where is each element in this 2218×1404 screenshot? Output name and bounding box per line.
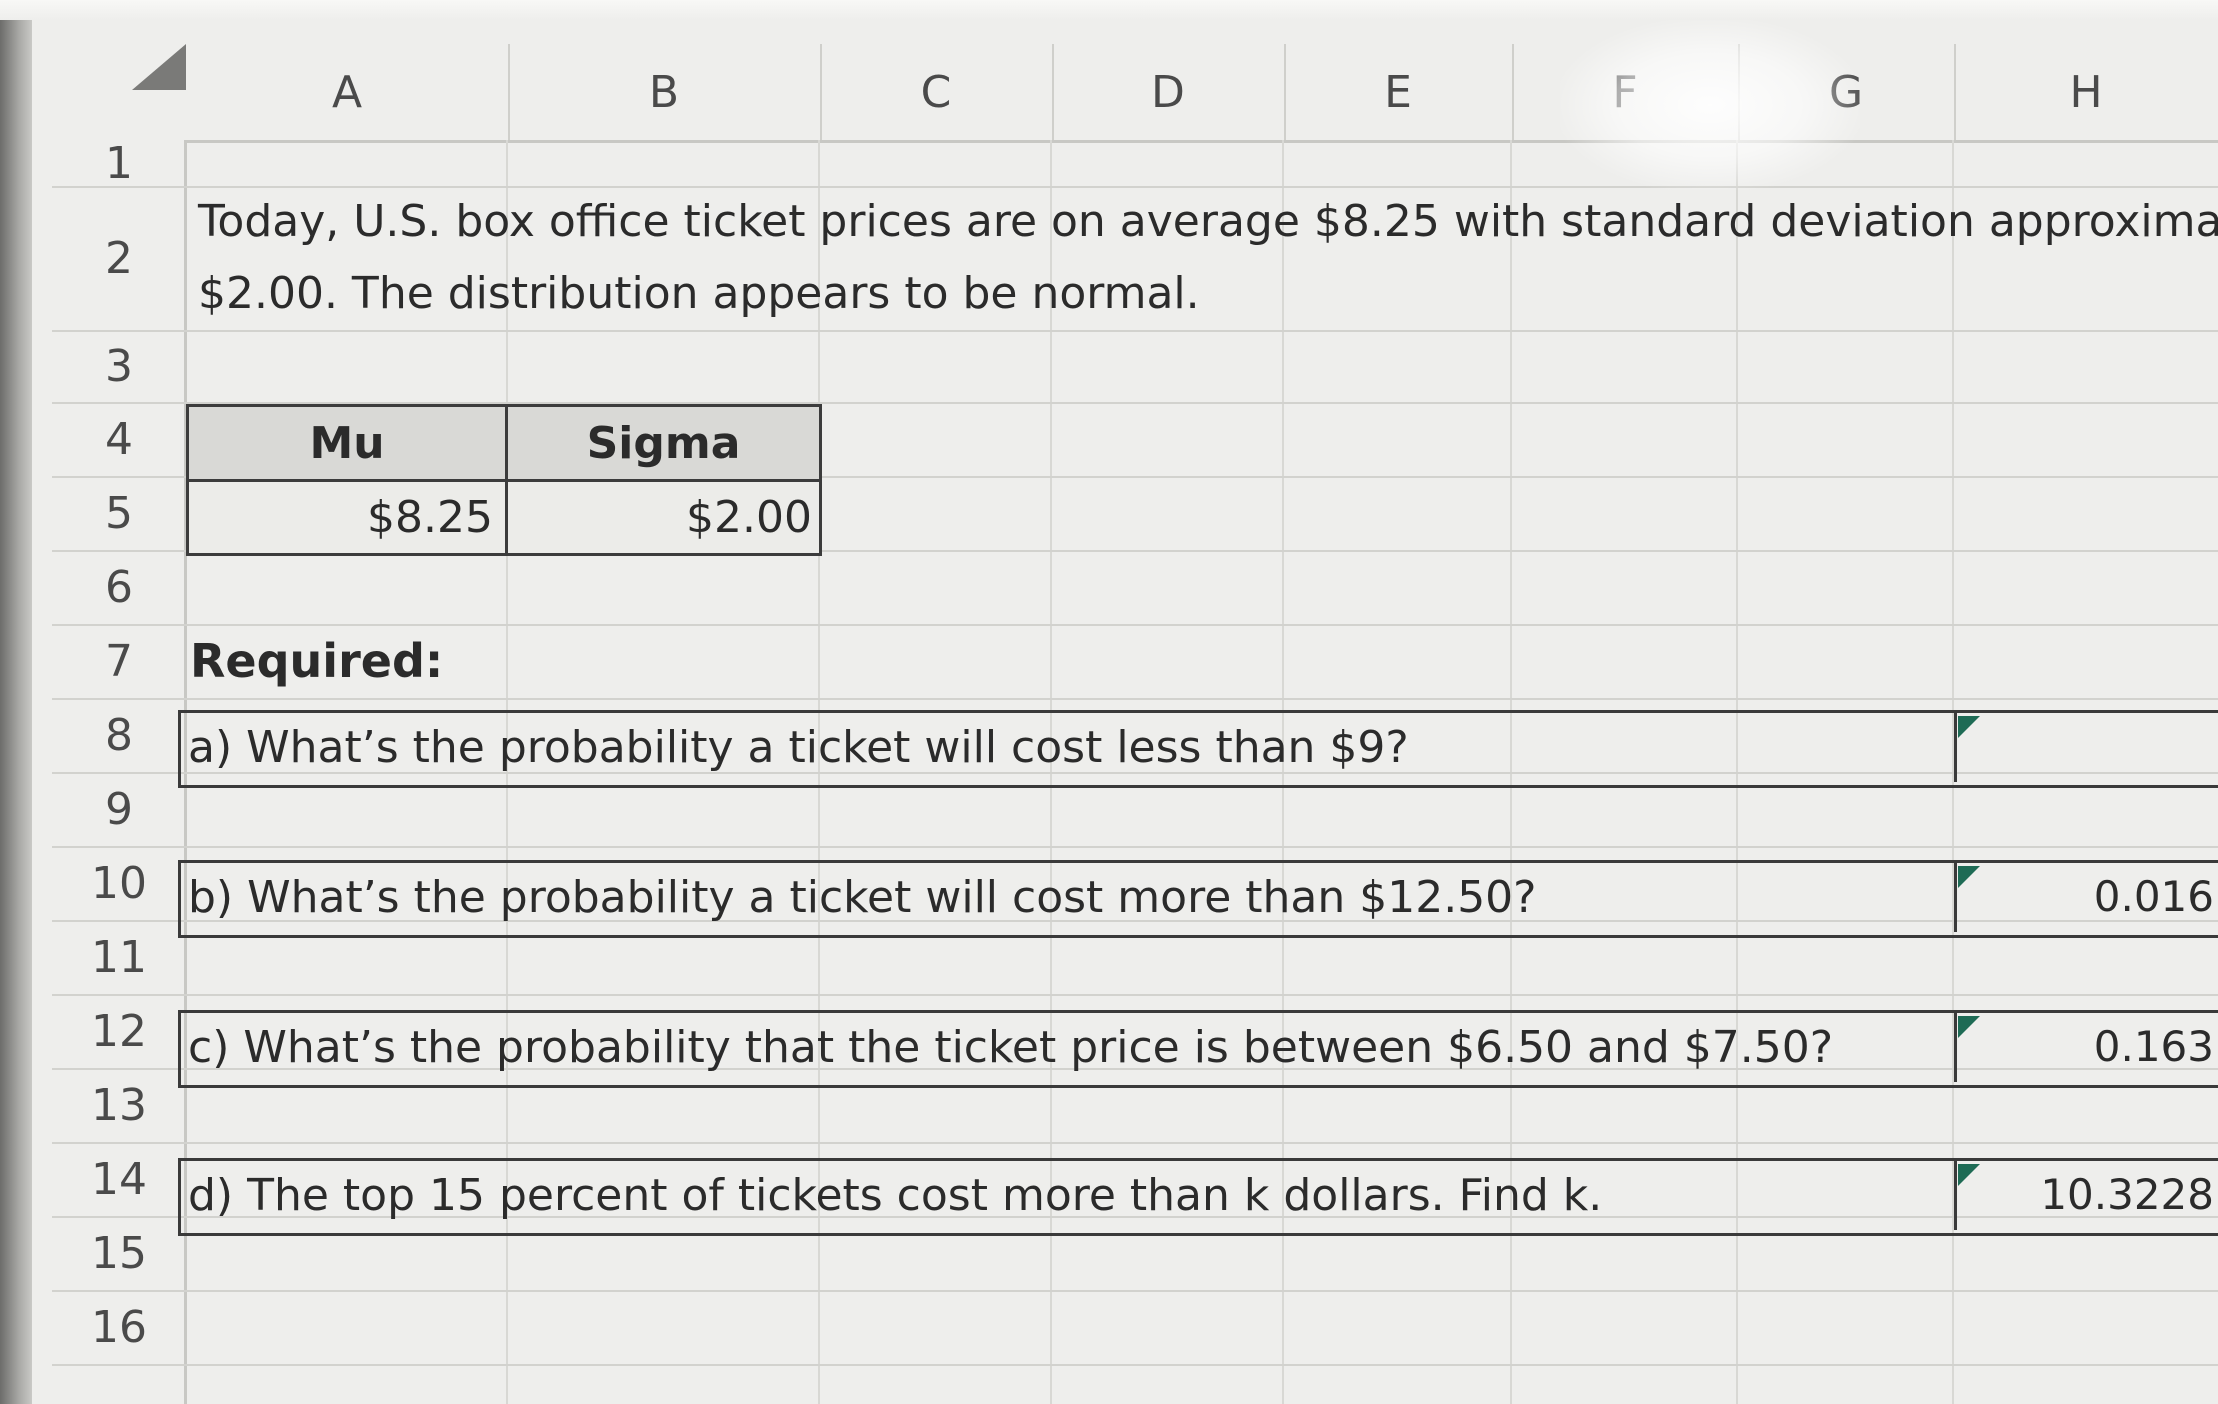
row-header-11[interactable]: 11 [52, 920, 186, 994]
comment-indicator-icon[interactable] [1958, 866, 1980, 888]
answer-b-cell[interactable]: 0.016 [1954, 860, 2218, 932]
question-c-text[interactable]: c) What’s the probability that the ticke… [188, 1022, 1833, 1073]
gridline [52, 698, 2218, 700]
gridline [52, 330, 2218, 332]
row-header-3[interactable]: 3 [52, 330, 186, 402]
row-header-9[interactable]: 9 [52, 772, 186, 846]
sigma-value-cell[interactable]: $2.00 [508, 482, 812, 553]
row-header-10[interactable]: 10 [52, 846, 186, 920]
parameter-table: Mu Sigma $8.25 $2.00 [186, 404, 822, 556]
mu-value-cell[interactable]: $8.25 [189, 482, 493, 553]
question-a-text[interactable]: a) What’s the probability a ticket will … [188, 722, 1409, 773]
answer-a-cell[interactable] [1954, 710, 2218, 782]
answer-c-cell[interactable]: 0.163 [1954, 1010, 2218, 1082]
question-d-text[interactable]: d) The top 15 percent of tickets cost mo… [188, 1170, 1602, 1221]
gridline [52, 1290, 2218, 1292]
gridline [52, 846, 2218, 848]
row-header-8[interactable]: 8 [52, 698, 186, 772]
gridline [52, 1142, 2218, 1144]
column-header-d[interactable]: D [1052, 44, 1286, 140]
column-header-c[interactable]: C [820, 44, 1054, 140]
row-header-7[interactable]: 7 [52, 624, 186, 698]
gridline [52, 994, 2218, 996]
comment-indicator-icon[interactable] [1958, 1164, 1980, 1186]
gridline [52, 1364, 2218, 1366]
toolbar-edge [0, 0, 2218, 20]
required-label[interactable]: Required: [190, 634, 443, 688]
question-b-text[interactable]: b) What’s the probability a ticket will … [188, 872, 1537, 923]
row-header-16[interactable]: 16 [52, 1290, 186, 1364]
row-header-4[interactable]: 4 [52, 402, 186, 476]
cell-a2-line2[interactable]: $2.00. The distribution appears to be no… [198, 258, 1200, 330]
row-header-1[interactable]: 1 [52, 138, 186, 189]
column-header-b[interactable]: B [508, 44, 822, 140]
answer-d-cell[interactable]: 10.3228 [1954, 1158, 2218, 1230]
row-header-2[interactable]: 2 [52, 186, 186, 330]
mu-label-cell[interactable]: Mu [189, 407, 505, 479]
screen-bezel [0, 0, 32, 1404]
comment-indicator-icon[interactable] [1958, 716, 1980, 738]
row-header-6[interactable]: 6 [52, 550, 186, 624]
row-header-13[interactable]: 13 [52, 1068, 186, 1142]
cell-a2-line1[interactable]: Today, U.S. box office ticket prices are… [198, 186, 2218, 258]
row-header-12[interactable]: 12 [52, 994, 186, 1068]
spreadsheet: A B C D E F G H 1 2 3 4 5 6 7 8 9 10 11 … [0, 0, 2218, 1404]
row-header-5[interactable]: 5 [52, 476, 186, 550]
column-header-divider [186, 140, 2218, 143]
sigma-label-cell[interactable]: Sigma [508, 407, 819, 479]
select-all-button[interactable] [52, 44, 186, 90]
column-header-h[interactable]: H [1954, 44, 2218, 140]
comment-indicator-icon[interactable] [1958, 1016, 1980, 1038]
gridline [52, 624, 2218, 626]
column-header-a[interactable]: A [186, 44, 510, 140]
screen-glare [1560, 20, 1860, 190]
row-header-14[interactable]: 14 [52, 1142, 186, 1216]
column-header-e[interactable]: E [1284, 44, 1514, 140]
row-header-15[interactable]: 15 [52, 1216, 186, 1290]
